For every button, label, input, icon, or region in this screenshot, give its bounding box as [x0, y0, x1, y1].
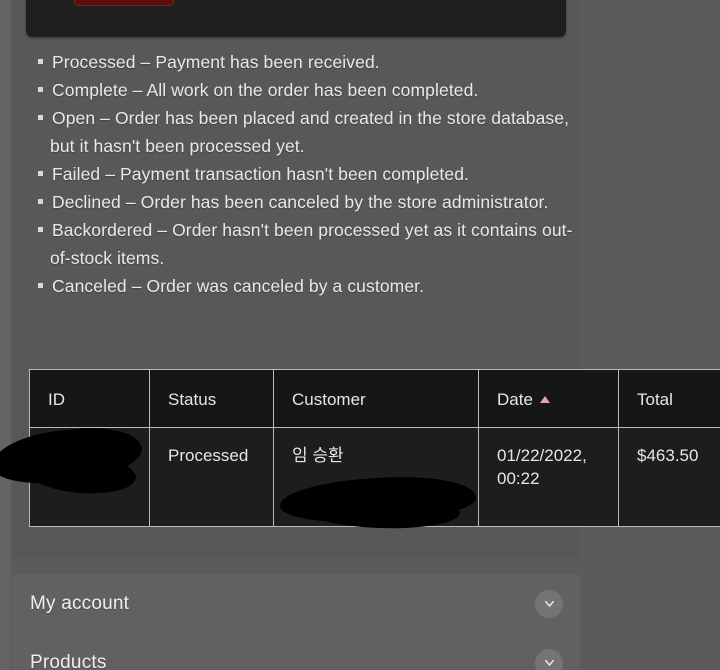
bullet-icon	[38, 227, 43, 233]
order-status-legend: Processed – Payment has been received. C…	[26, 48, 574, 300]
status-legend-text: Canceled – Order was canceled by a custo…	[52, 276, 425, 296]
chevron-down-icon[interactable]	[535, 589, 563, 618]
cell-status: Processed	[149, 427, 274, 527]
bullet-icon	[38, 59, 43, 65]
status-legend-item: Complete – All work on the order has bee…	[26, 76, 574, 104]
column-header-label: Total	[637, 390, 673, 409]
column-header-total[interactable]: Total	[618, 369, 720, 428]
orders-table-head: ID Status Customer Date Total	[29, 369, 720, 428]
status-legend-item: Backordered – Order hasn't been processe…	[26, 216, 574, 272]
column-header-label: ID	[48, 390, 65, 409]
status-legend-text: Complete – All work on the order has bee…	[52, 80, 479, 100]
status-legend-item: Canceled – Order was canceled by a custo…	[26, 272, 574, 300]
account-accordion: My account Products	[12, 574, 580, 670]
table-header-row: ID Status Customer Date Total	[29, 369, 720, 428]
accordion-item-label: My account	[30, 592, 130, 614]
column-header-label: Status	[168, 390, 217, 409]
status-legend-text: Processed – Payment has been received.	[52, 52, 380, 72]
bullet-icon	[38, 87, 43, 93]
hero-card	[26, 0, 566, 37]
left-gutter	[0, 0, 11, 670]
page-root: Processed – Payment has been received. C…	[0, 0, 720, 670]
bullet-icon	[38, 115, 43, 121]
bullet-icon	[38, 199, 43, 205]
column-header-label: Customer	[292, 390, 366, 409]
status-legend-item: Failed – Payment transaction hasn't been…	[26, 160, 574, 188]
status-legend-item: Processed – Payment has been received.	[26, 48, 574, 76]
bullet-icon	[38, 283, 43, 289]
column-header-status[interactable]: Status	[149, 369, 274, 428]
accordion-item-my-account[interactable]: My account	[12, 574, 580, 633]
cell-date: 01/22/2022, 00:22	[478, 427, 619, 527]
status-legend-item: Declined – Order has been canceled by th…	[26, 188, 574, 216]
status-legend-item: Open – Order has been placed and created…	[26, 104, 574, 160]
primary-action-button[interactable]	[74, 0, 174, 6]
column-header-id[interactable]: ID	[29, 369, 150, 428]
chevron-down-icon[interactable]	[535, 648, 563, 670]
status-legend-text: Declined – Order has been canceled by th…	[52, 192, 549, 212]
column-header-customer[interactable]: Customer	[273, 369, 479, 428]
accordion-item-label: Products	[30, 651, 107, 670]
column-header-date[interactable]: Date	[478, 369, 619, 428]
status-legend-text: Failed – Payment transaction hasn't been…	[52, 164, 470, 184]
cell-total: $463.50	[618, 427, 720, 527]
accordion-item-products[interactable]: Products	[12, 633, 580, 670]
bullet-icon	[38, 171, 43, 177]
sort-ascending-icon	[539, 396, 550, 403]
column-header-label: Date	[497, 390, 533, 409]
customer-name: 임 승환	[292, 446, 344, 465]
status-legend-text: Backordered – Order hasn't been processe…	[50, 220, 573, 268]
status-legend-text: Open – Order has been placed and created…	[50, 108, 570, 156]
